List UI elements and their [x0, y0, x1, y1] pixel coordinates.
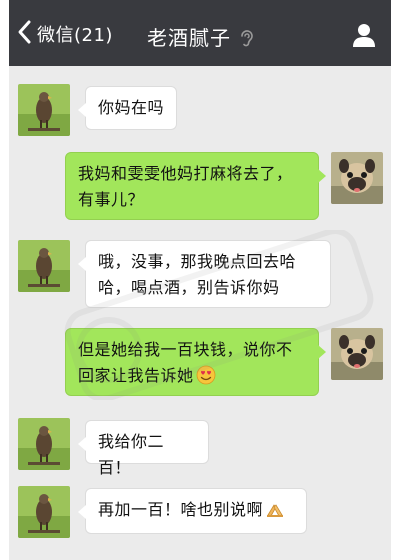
my-avatar[interactable]	[331, 152, 383, 204]
chat-screen: 微信(21) 老酒腻子 你妈在吗 我妈和雯雯他妈打麻将去了， 有事儿？ 哦，没事…	[9, 0, 391, 560]
ear-icon	[239, 28, 253, 52]
navigation-bar: 微信(21) 老酒腻子	[9, 0, 391, 66]
back-label: 微信(21)	[37, 25, 113, 46]
message-bubble[interactable]: 再加一百！啥也别说啊	[78, 488, 307, 534]
message-bubble[interactable]: 哦，没事，那我晚点回去哈 哈，喝点酒，别告诉你妈	[78, 240, 331, 308]
person-icon[interactable]	[351, 22, 377, 48]
message-text: 回家让我告诉她	[78, 366, 194, 385]
message-text: 但是她给我一百块钱，说你不	[78, 340, 293, 359]
message-bubble[interactable]: 我妈和雯雯他妈打麻将去了， 有事儿？	[65, 152, 326, 220]
message-bubble[interactable]: 你妈在吗	[78, 86, 177, 130]
my-avatar[interactable]	[331, 328, 383, 380]
chat-title: 老酒腻子	[147, 26, 231, 50]
message-text: 我给你二百！	[98, 432, 165, 477]
back-button[interactable]: 微信(21)	[15, 18, 113, 50]
contact-avatar[interactable]	[18, 418, 70, 470]
message-text: 哈，喝点酒，别告诉你妈	[98, 278, 280, 297]
smiling-heart-eyes-emoji	[196, 365, 216, 385]
praying-hands-emoji	[265, 499, 285, 519]
contact-avatar[interactable]	[18, 84, 70, 136]
message-text: 哦，没事，那我晚点回去哈	[98, 252, 297, 271]
message-text: 再加一百！啥也别说啊	[98, 500, 264, 519]
message-text: 你妈在吗	[98, 98, 165, 117]
contact-avatar[interactable]	[18, 240, 70, 292]
message-bubble[interactable]: 但是她给我一百块钱，说你不 回家让我告诉她	[65, 328, 326, 396]
chevron-left-icon	[15, 18, 35, 50]
message-bubble[interactable]: 我给你二百！	[78, 420, 209, 477]
message-text: 有事儿？	[78, 190, 145, 209]
contact-avatar[interactable]	[18, 486, 70, 538]
message-text: 我妈和雯雯他妈打麻将去了，	[78, 164, 293, 183]
